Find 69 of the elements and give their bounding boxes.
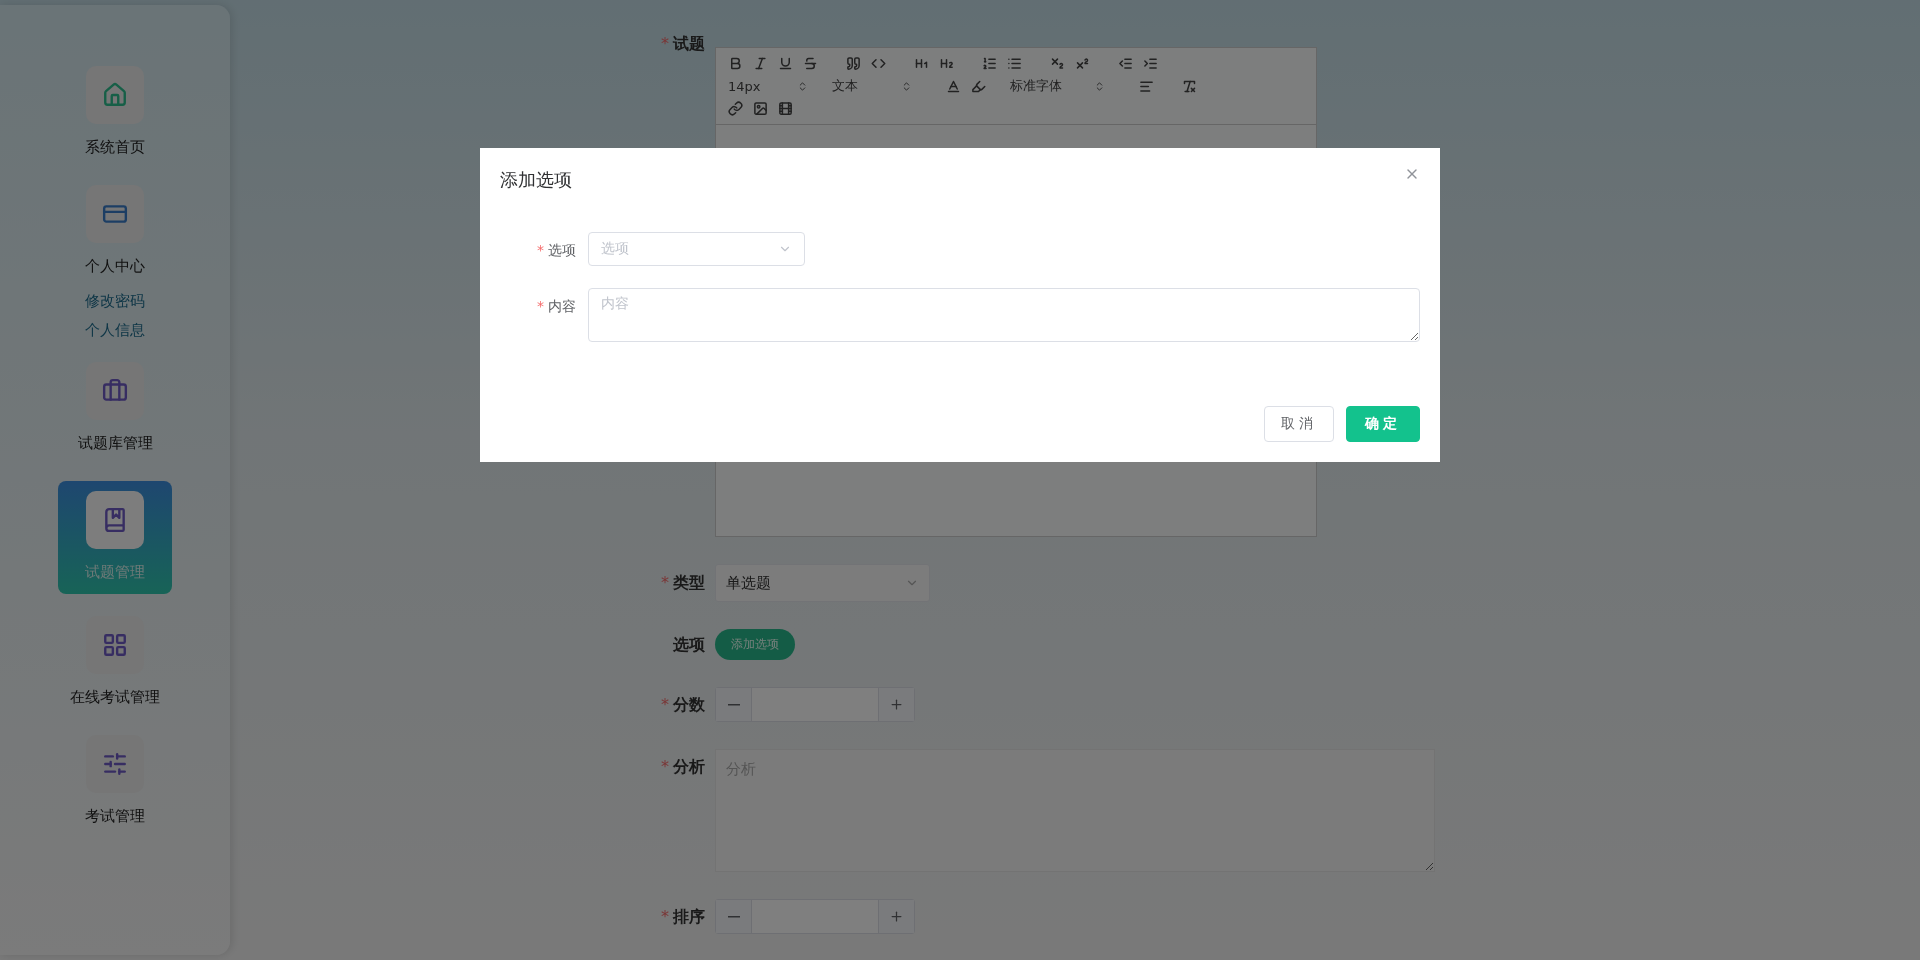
nav-item[interactable]: 考试管理	[58, 735, 172, 826]
sliders-icon	[102, 751, 128, 777]
bullet-list-icon[interactable]	[1007, 56, 1022, 71]
indent-icon[interactable]	[1143, 56, 1158, 71]
field-label: 选项	[548, 242, 576, 260]
required-mark: *	[537, 298, 544, 316]
required-mark: *	[661, 695, 669, 716]
field-label: 分数	[673, 695, 705, 716]
sub-nav-link[interactable]: 个人信息	[85, 321, 145, 340]
nav-label: 试题管理	[85, 563, 145, 582]
cancel-button[interactable]: 取消	[1264, 406, 1334, 442]
field-label: 类型	[673, 573, 705, 594]
field-label: 分析	[673, 757, 705, 778]
nav-label: 系统首页	[85, 138, 145, 157]
highlight-icon[interactable]	[971, 78, 986, 94]
required-mark: *	[661, 34, 669, 55]
book-icon	[102, 507, 128, 533]
nav-label: 在线考试管理	[70, 688, 160, 707]
updown-icon	[797, 80, 808, 92]
required-mark: *	[537, 242, 544, 260]
content-field[interactable]: 内容	[588, 288, 1420, 342]
link-icon[interactable]	[728, 101, 743, 116]
bold-icon[interactable]	[728, 56, 743, 71]
sub-nav-link[interactable]: 修改密码	[85, 292, 145, 311]
minus-icon	[727, 915, 740, 918]
field-label: 试题	[673, 34, 705, 55]
field-label: 选项	[673, 635, 705, 656]
font-picker[interactable]: 标准字体	[1010, 77, 1105, 95]
video-icon[interactable]	[778, 101, 793, 116]
nav-label: 考试管理	[85, 807, 145, 826]
nav-item[interactable]: 个人中心	[58, 185, 172, 276]
ordered-list-icon[interactable]	[982, 56, 997, 71]
dialog-title: 添加选项	[500, 168, 572, 192]
briefcase-icon	[102, 378, 128, 404]
confirm-button[interactable]: 确定	[1346, 406, 1420, 442]
code-icon[interactable]	[871, 56, 886, 71]
quote-icon[interactable]	[846, 56, 861, 71]
home-icon	[102, 82, 128, 108]
field-label: 排序	[673, 907, 705, 928]
italic-icon[interactable]	[753, 56, 768, 71]
type-select[interactable]: 单选题	[715, 564, 930, 602]
nav-item[interactable]: 试题库管理	[58, 362, 172, 453]
required-mark: *	[661, 573, 669, 594]
plus-icon	[889, 909, 904, 924]
superscript-icon[interactable]	[1075, 56, 1090, 71]
updown-icon	[1094, 80, 1105, 92]
outdent-icon[interactable]	[1118, 56, 1133, 71]
plus-icon	[889, 697, 904, 712]
nav-item[interactable]: 系统首页	[58, 66, 172, 157]
clear-format-icon[interactable]	[1182, 78, 1197, 94]
minus-icon	[727, 703, 740, 706]
required-mark: *	[661, 907, 669, 928]
nav-label: 个人中心	[85, 257, 145, 276]
header-picker[interactable]: 文本	[832, 77, 912, 95]
align-icon[interactable]	[1139, 78, 1154, 94]
heading-one-icon[interactable]	[914, 56, 929, 71]
strikethrough-icon[interactable]	[803, 56, 818, 71]
nav-label: 试题库管理	[77, 434, 153, 453]
underline-icon[interactable]	[778, 56, 793, 71]
nav-item[interactable]: 在线考试管理	[58, 616, 172, 707]
required-mark: *	[661, 757, 669, 778]
field-label: 内容	[548, 298, 576, 316]
image-icon[interactable]	[753, 101, 768, 116]
font-color-icon[interactable]	[946, 78, 961, 94]
heading-two-icon[interactable]	[939, 56, 954, 71]
subscript-icon[interactable]	[1050, 56, 1065, 71]
grid-icon	[102, 632, 128, 658]
size-picker[interactable]: 14px	[728, 78, 808, 94]
updown-icon	[901, 80, 912, 92]
